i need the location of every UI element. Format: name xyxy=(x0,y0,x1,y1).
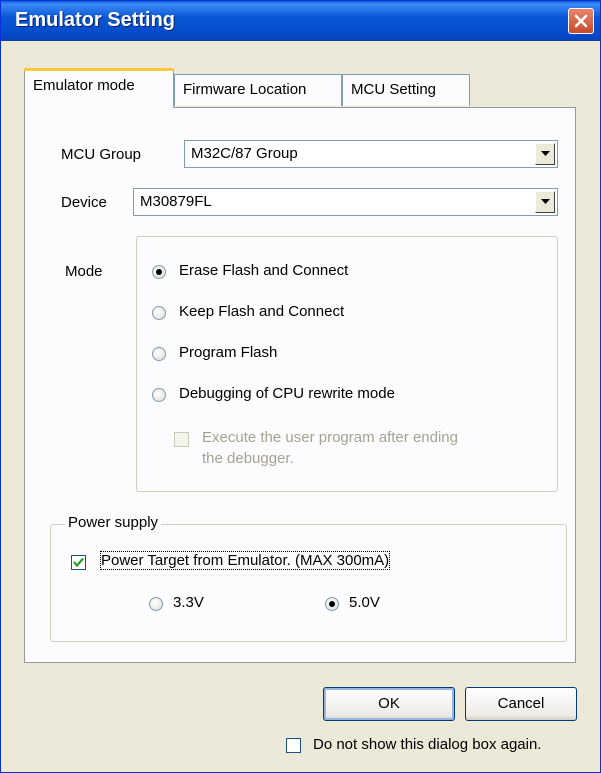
checkmark-icon xyxy=(73,557,84,568)
device-label: Device xyxy=(61,194,107,211)
execute-after-end-checkbox[interactable] xyxy=(174,432,189,447)
device-select[interactable]: M30879FL xyxy=(133,188,558,216)
tab-mcu-setting[interactable]: MCU Setting xyxy=(342,74,470,106)
dropdown-button[interactable] xyxy=(535,191,555,213)
mcu-group-select[interactable]: M32C/87 Group xyxy=(184,140,558,168)
radio-3v3-label[interactable]: 3.3V xyxy=(173,594,204,611)
close-icon xyxy=(574,14,588,28)
chevron-down-icon xyxy=(541,199,550,204)
radio-program-flash[interactable] xyxy=(152,347,166,361)
emulator-setting-dialog: Emulator Setting Emulator mode Firmware … xyxy=(0,0,601,773)
mcu-group-label: MCU Group xyxy=(61,146,142,163)
radio-cpu-rewrite-label[interactable]: Debugging of CPU rewrite mode xyxy=(179,385,395,402)
dont-show-again-label[interactable]: Do not show this dialog box again. xyxy=(313,736,541,753)
title-bar[interactable]: Emulator Setting xyxy=(1,1,600,41)
cancel-button-label: Cancel xyxy=(497,695,545,712)
radio-program-flash-label[interactable]: Program Flash xyxy=(179,344,277,361)
dont-show-again-checkbox[interactable] xyxy=(286,738,301,753)
radio-cpu-rewrite[interactable] xyxy=(152,388,166,402)
ok-button[interactable]: OK xyxy=(323,687,455,721)
radio-erase-flash[interactable] xyxy=(152,265,166,279)
power-supply-title: Power supply xyxy=(65,514,162,531)
dropdown-button[interactable] xyxy=(535,143,555,165)
power-supply-group: Power supply Power Target from Emulator.… xyxy=(50,514,567,642)
mode-group: Erase Flash and Connect Keep Flash and C… xyxy=(136,236,558,492)
window-title: Emulator Setting xyxy=(15,9,176,31)
radio-5v0-label[interactable]: 5.0V xyxy=(349,594,380,611)
chevron-down-icon xyxy=(541,151,550,156)
radio-keep-flash[interactable] xyxy=(152,306,166,320)
tab-label: Firmware Location xyxy=(183,81,307,98)
tab-panel-emulator-mode: MCU Group M32C/87 Group Device M30879FL … xyxy=(24,107,576,663)
radio-3v3[interactable] xyxy=(149,597,163,611)
execute-after-end-label-line2: the debugger. xyxy=(202,450,294,467)
device-value: M30879FL xyxy=(140,193,212,210)
tab-label: MCU Setting xyxy=(351,81,437,98)
radio-erase-flash-label[interactable]: Erase Flash and Connect xyxy=(179,262,348,279)
tab-emulator-mode[interactable]: Emulator mode xyxy=(24,68,174,108)
ok-button-label: OK xyxy=(378,695,400,712)
radio-5v0[interactable] xyxy=(325,597,339,611)
cancel-button[interactable]: Cancel xyxy=(465,687,577,721)
mcu-group-value: M32C/87 Group xyxy=(191,145,298,162)
execute-after-end-label-line1: Execute the user program after ending xyxy=(202,429,458,446)
mode-label: Mode xyxy=(65,263,103,280)
radio-keep-flash-label[interactable]: Keep Flash and Connect xyxy=(179,303,344,320)
power-target-checkbox[interactable] xyxy=(71,555,86,570)
power-target-label[interactable]: Power Target from Emulator. (MAX 300mA) xyxy=(99,551,391,570)
tab-label: Emulator mode xyxy=(33,77,135,94)
close-button[interactable] xyxy=(568,8,594,34)
tab-firmware-location[interactable]: Firmware Location xyxy=(174,74,342,106)
